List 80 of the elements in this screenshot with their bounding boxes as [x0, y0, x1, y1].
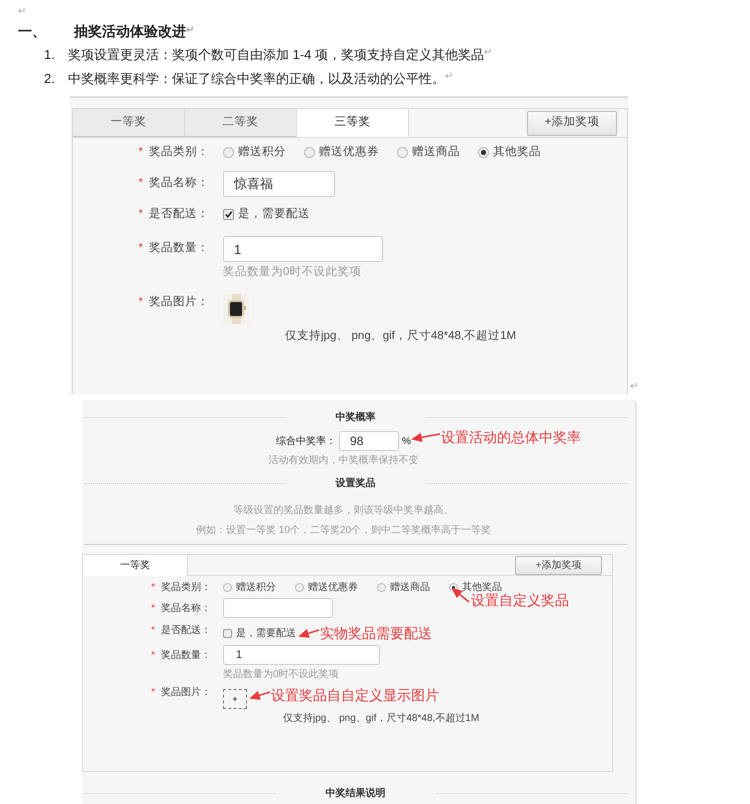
callout-arrow [298, 626, 320, 640]
list-number: 2. [44, 70, 56, 88]
format-note: 仅支持jpg、 png、gif，尺寸48*48,不超过1M [285, 328, 516, 344]
radio-button[interactable] [304, 147, 315, 158]
radio-button[interactable] [478, 147, 489, 158]
prize-tab[interactable]: 一等奖 [73, 109, 185, 137]
callout-arrow [410, 431, 441, 443]
annotation-text: 设置奖品自自定义显示图片 [271, 686, 439, 705]
input-field[interactable]: 1 [223, 645, 380, 665]
callout-arrow [249, 688, 271, 702]
field-label: 奖品图片： [149, 296, 209, 308]
list-number: 1. [44, 46, 56, 64]
annotation-text: 设置自定义奖品 [471, 592, 569, 610]
list-text: 奖项设置更灵活：奖项个数可自由添加 1-4 项，奖项支持自定义其他奖品 [68, 46, 484, 64]
required-mark-text: * [138, 177, 143, 189]
list-text: 中奖概率更科学：保证了综合中奖率的正确，以及活动的公平性。 [68, 70, 445, 88]
required-mark-text: * [151, 582, 155, 593]
annotation-text: 设置活动的总体中奖率 [440, 428, 581, 446]
hint-text: 奖品数量为0时不设此奖项 [223, 264, 362, 280]
option-label: 赠送优惠券 [319, 144, 379, 160]
field-label: 是否配送： [161, 625, 211, 636]
format-note: 仅支持jpg、 png、gif，尺寸48*48,不超过1M [283, 712, 480, 726]
field-label: 奖品类别： [149, 146, 209, 158]
option-label: 赠送优惠券 [308, 580, 358, 595]
heading-title: 抽奖活动体验改进 [74, 22, 186, 41]
option-label: 赠送积分 [238, 144, 286, 160]
required-mark-text: * [151, 650, 155, 661]
field-label: 奖品数量： [161, 650, 211, 661]
input-field[interactable] [223, 598, 333, 618]
radio-button[interactable] [295, 583, 304, 592]
required-mark-text: * [138, 296, 143, 308]
field-label: 奖品数量： [149, 242, 209, 254]
section-title: 设置奖品 [336, 476, 376, 491]
section-title: 中奖结果说明 [326, 786, 386, 801]
option-label: 赠送积分 [236, 580, 276, 595]
radio-button[interactable] [223, 147, 234, 158]
note-text: 等级设置的奖品数量越多，则该等级中奖率越高。 [232, 504, 454, 518]
radio-button[interactable] [397, 147, 408, 158]
section-title: 中奖概率 [336, 410, 376, 425]
required-mark-text: * [138, 208, 143, 220]
hint-text: 活动有效期内，中奖概率保持不变 [268, 454, 420, 468]
field-label: 奖品图片： [161, 687, 211, 698]
field-label: 奖品类别： [161, 582, 211, 593]
radio-button[interactable] [377, 583, 386, 592]
upload-button[interactable]: + [223, 689, 247, 709]
rate-field[interactable]: 98 [339, 431, 400, 451]
checkbox-label: 是，需要配送 [238, 206, 310, 222]
prize-tab[interactable]: 一等奖 [83, 555, 188, 576]
required-mark-text: * [138, 242, 143, 254]
paragraph-mark: ↵ [445, 70, 453, 84]
paragraph-mark: ↵ [484, 46, 492, 60]
field-label: 奖品名称： [149, 177, 209, 189]
radio-button[interactable] [223, 583, 232, 592]
checkbox[interactable] [223, 209, 234, 220]
option-label: 赠送商品 [390, 580, 430, 595]
option-label: 其他奖品 [493, 144, 541, 160]
rate-label: 综合中奖率： [276, 434, 336, 448]
add-prize-button[interactable]: +添加奖项 [515, 556, 602, 574]
field-label: 奖品名称： [161, 603, 211, 614]
field-label: 是否配送： [149, 208, 209, 220]
prize-tab[interactable]: 三等奖 [297, 109, 409, 137]
prize-tab[interactable]: 二等奖 [185, 109, 297, 137]
heading-number: 一、 [18, 22, 47, 41]
required-mark-text: * [138, 146, 143, 158]
annotation-text: 实物奖品需要配送 [320, 624, 432, 643]
note-text: 例如：设置一等奖 10个，二等奖20个，则中二等奖概率高于一等奖 [194, 524, 492, 538]
paragraph-mark: ↵ [186, 24, 194, 38]
required-mark-text: * [151, 687, 155, 698]
unit-label: % [402, 434, 411, 448]
input-field[interactable]: 1 [223, 236, 383, 262]
option-label: 赠送商品 [412, 144, 460, 160]
paragraph-mark: ↵ [18, 5, 27, 19]
option-label: 其他奖品 [462, 580, 502, 594]
checkbox-label: 是，需要配送 [236, 627, 296, 641]
add-prize-button[interactable]: +添加奖项 [527, 110, 617, 136]
hint-text: 奖品数量为0时不设此奖项 [223, 668, 340, 682]
paragraph-mark: ↵ [630, 380, 638, 394]
required-mark-text: * [151, 625, 155, 636]
required-mark-text: * [151, 603, 155, 614]
checkbox[interactable] [223, 629, 232, 638]
